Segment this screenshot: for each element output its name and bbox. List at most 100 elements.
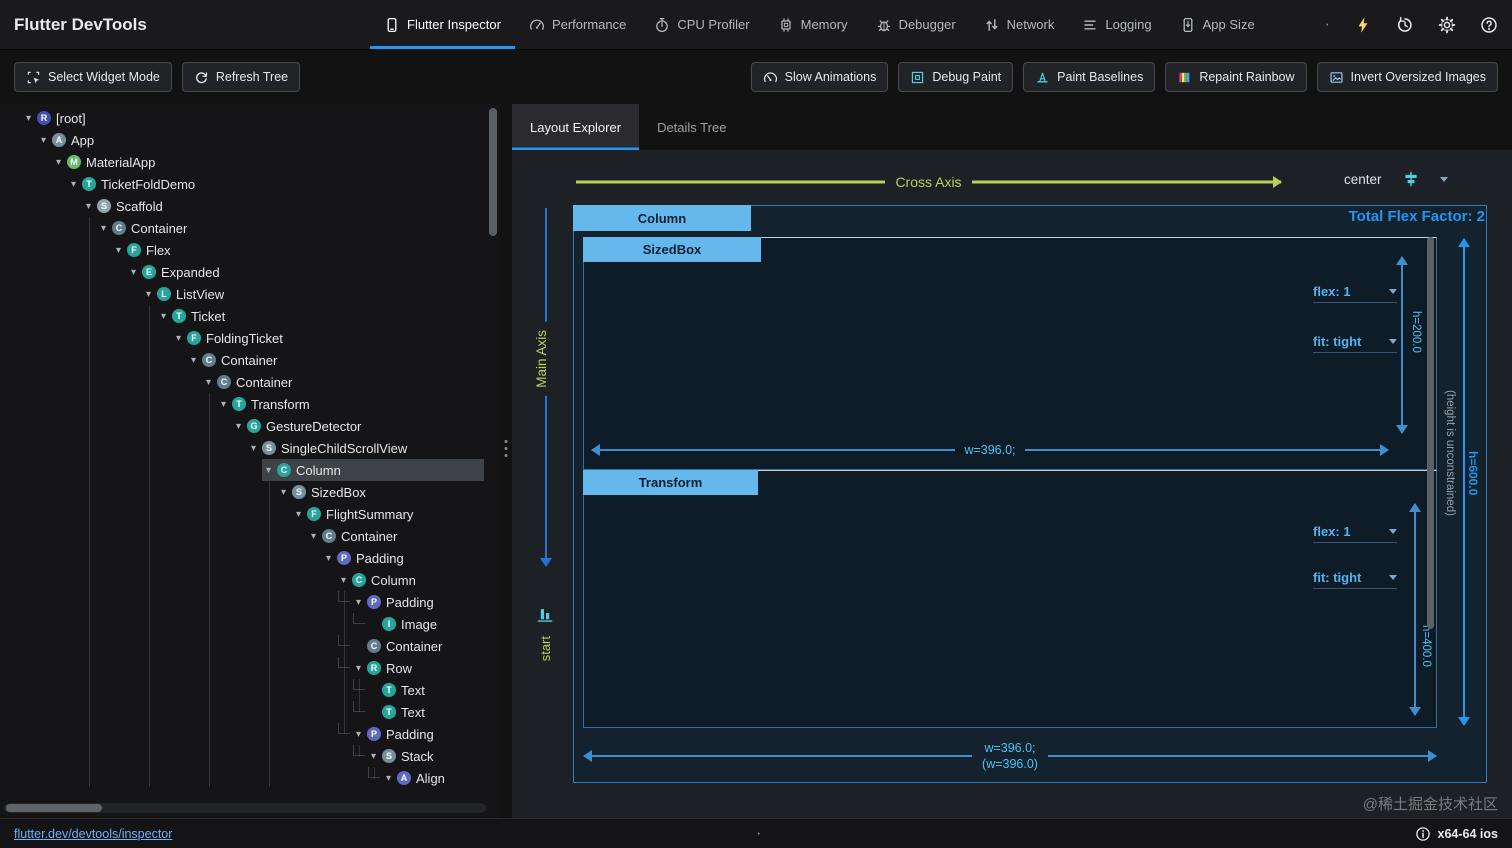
tree-node-sizedbox[interactable]: ▾SSizedBox: [0, 481, 500, 503]
expand-chevron-icon[interactable]: ▾: [187, 355, 200, 366]
invert-oversized-images-button[interactable]: Invert Oversized Images: [1317, 62, 1498, 92]
fit-dropdown[interactable]: fit: tight: [1313, 570, 1397, 589]
expand-chevron-icon[interactable]: ▾: [22, 113, 35, 124]
devtools-docs-link[interactable]: flutter.dev/devtools/inspector: [14, 827, 172, 841]
history-button[interactable]: [1396, 16, 1414, 34]
app-title: Flutter DevTools: [14, 0, 370, 49]
panel-splitter[interactable]: [500, 104, 512, 818]
nav-tab-flutter-inspector[interactable]: Flutter Inspector: [370, 0, 515, 49]
widget-box-title-sizedbox[interactable]: SizedBox: [583, 237, 761, 262]
tree-node-expanded[interactable]: ▾EExpanded: [0, 261, 500, 283]
tree-node-image[interactable]: IImage: [0, 613, 500, 635]
expand-chevron-icon[interactable]: ▾: [142, 289, 155, 300]
tree-node-padding[interactable]: ▾PPadding: [0, 591, 500, 613]
tree-node-foldingticket[interactable]: ▾FFoldingTicket: [0, 327, 500, 349]
nav-tab-network[interactable]: Network: [970, 0, 1069, 49]
tree-node-singlechildscrollview[interactable]: ▾SSingleChildScrollView: [0, 437, 500, 459]
tree-node-padding[interactable]: ▾PPadding: [0, 547, 500, 569]
nav-tab-logging[interactable]: Logging: [1068, 0, 1165, 49]
expand-chevron-icon[interactable]: ▾: [277, 487, 290, 498]
cross-axis-alignment-dropdown[interactable]: center: [1344, 166, 1448, 192]
tree-horizontal-scrollbar-track[interactable]: [4, 803, 486, 813]
tree-node-container[interactable]: ▾CContainer: [0, 349, 500, 371]
tree-node-container[interactable]: ▾CContainer: [0, 217, 500, 239]
expand-chevron-icon[interactable]: ▾: [352, 729, 365, 740]
tab-details-tree[interactable]: Details Tree: [639, 104, 744, 150]
expand-chevron-icon[interactable]: ▾: [52, 157, 65, 168]
tree-node-app[interactable]: ▾AApp: [0, 129, 500, 151]
expand-chevron-icon[interactable]: ▾: [67, 179, 80, 190]
expand-chevron-icon[interactable]: ▾: [307, 531, 320, 542]
repaint-rainbow-button[interactable]: Repaint Rainbow: [1165, 62, 1306, 92]
nav-tab-debugger[interactable]: Debugger: [862, 0, 970, 49]
tree-node-materialapp[interactable]: ▾MMaterialApp: [0, 151, 500, 173]
paint-baselines-button[interactable]: Paint Baselines: [1023, 62, 1155, 92]
nav-tab-app-size[interactable]: App Size: [1166, 0, 1269, 49]
expand-chevron-icon[interactable]: ▾: [202, 377, 215, 388]
expand-chevron-icon[interactable]: ▾: [352, 597, 365, 608]
widget-box-sizedbox[interactable]: [583, 237, 1437, 470]
expand-chevron-icon[interactable]: ▾: [292, 509, 305, 520]
tree-node-column[interactable]: ▾CColumn: [0, 459, 500, 481]
nav-tab-cpu-profiler[interactable]: CPU Profiler: [640, 0, 763, 49]
tree-node-container[interactable]: ▾CContainer: [0, 525, 500, 547]
hot-reload-button[interactable]: [1354, 16, 1372, 34]
expand-chevron-icon[interactable]: ▾: [367, 751, 380, 762]
expand-chevron-icon[interactable]: ▾: [157, 311, 170, 322]
expand-chevron-icon[interactable]: ▾: [97, 223, 110, 234]
tree-node-ticket[interactable]: ▾TTicket: [0, 305, 500, 327]
settings-button[interactable]: [1438, 16, 1456, 34]
explorer-scrollbar[interactable]: [1427, 237, 1434, 629]
expand-chevron-icon[interactable]: ▾: [262, 465, 275, 476]
expand-chevron-icon[interactable]: ▾: [247, 443, 260, 454]
tree-node-transform[interactable]: ▾TTransform: [0, 393, 500, 415]
expand-chevron-icon[interactable]: ▾: [322, 553, 335, 564]
tree-node-scaffold[interactable]: ▾SScaffold: [0, 195, 500, 217]
expand-chevron-icon[interactable]: ▾: [217, 399, 230, 410]
widget-box-transform[interactable]: [583, 470, 1437, 728]
nav-tab-performance[interactable]: Performance: [515, 0, 640, 49]
tree-node-padding[interactable]: ▾PPadding: [0, 723, 500, 745]
tree-vertical-scrollbar[interactable]: [489, 108, 497, 236]
widget-type-icon: G: [247, 419, 261, 433]
slow-animations-button[interactable]: Slow Animations: [751, 62, 889, 92]
expand-chevron-icon[interactable]: ▾: [232, 421, 245, 432]
tree-node-container[interactable]: CContainer: [0, 635, 500, 657]
help-button[interactable]: [1480, 16, 1498, 34]
expand-chevron-icon[interactable]: ▾: [112, 245, 125, 256]
nav-tab-memory[interactable]: Memory: [764, 0, 862, 49]
tree-node-text[interactable]: TText: [0, 679, 500, 701]
tree-node-text[interactable]: TText: [0, 701, 500, 723]
fit-dropdown[interactable]: fit: tight: [1313, 334, 1397, 353]
flex-dropdown[interactable]: flex: 1: [1313, 524, 1397, 543]
tree-node-listview[interactable]: ▾LListView: [0, 283, 500, 305]
main-axis-alignment-dropdown[interactable]: start: [536, 606, 554, 661]
tree-node-flex[interactable]: ▾FFlex: [0, 239, 500, 261]
tree-node-stack[interactable]: ▾SStack: [0, 745, 500, 767]
expand-chevron-icon[interactable]: ▾: [37, 135, 50, 146]
expand-chevron-icon[interactable]: ▾: [337, 575, 350, 586]
tree-node-container[interactable]: ▾CContainer: [0, 371, 500, 393]
expand-chevron-icon[interactable]: ▾: [172, 333, 185, 344]
expand-chevron-icon[interactable]: ▾: [82, 201, 95, 212]
tree-node-label: Align: [416, 771, 445, 786]
tree-node-root[interactable]: ▾R[root]: [0, 107, 500, 129]
select-widget-mode-button[interactable]: Select Widget Mode: [14, 62, 172, 92]
tab-layout-explorer[interactable]: Layout Explorer: [512, 104, 639, 150]
column-box-title[interactable]: Column: [573, 205, 751, 231]
tree-node-row[interactable]: ▾RRow: [0, 657, 500, 679]
refresh-tree-button[interactable]: Refresh Tree: [182, 62, 300, 92]
widget-box-title-transform[interactable]: Transform: [583, 470, 758, 495]
tree-node-column[interactable]: ▾CColumn: [0, 569, 500, 591]
expand-chevron-icon[interactable]: ▾: [127, 267, 140, 278]
tree-node-ticketfolddemo[interactable]: ▾TTicketFoldDemo: [0, 173, 500, 195]
tree-node-flightsummary[interactable]: ▾FFlightSummary: [0, 503, 500, 525]
debug-paint-button[interactable]: Debug Paint: [898, 62, 1013, 92]
expand-chevron-icon[interactable]: ▾: [382, 773, 395, 784]
inspector-icon: [384, 17, 400, 33]
tree-node-gesturedetector[interactable]: ▾GGestureDetector: [0, 415, 500, 437]
tree-horizontal-scrollbar-thumb[interactable]: [6, 804, 102, 812]
expand-chevron-icon[interactable]: ▾: [352, 663, 365, 674]
flex-dropdown[interactable]: flex: 1: [1313, 284, 1397, 303]
tree-node-align[interactable]: ▾AAlign: [0, 767, 500, 789]
